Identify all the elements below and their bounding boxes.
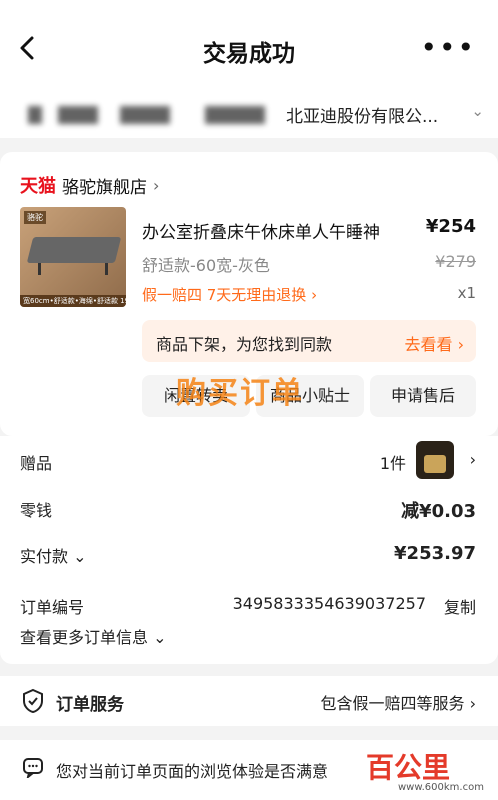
store-link[interactable]: 天猫 骆驼旗舰店 › — [20, 172, 159, 198]
address-text: 北亚迪股份有限公... — [286, 107, 439, 127]
paid-label: 实付款 ⌄ — [20, 547, 87, 566]
product-quantity: x1 — [457, 284, 476, 302]
site-logo: 百公里 — [366, 751, 451, 784]
bed-shape — [26, 237, 122, 263]
original-price: ¥279 — [435, 252, 476, 271]
product-image[interactable]: 骆驼 宽60cm•舒适款•海绵•舒适款 195x60x28cm — [20, 207, 126, 307]
similar-text: 商品下架，为您找到同款 — [156, 335, 333, 354]
change-label: 零钱 — [20, 501, 53, 520]
blurred-text — [58, 106, 98, 124]
gift-value: 1件 — [379, 454, 406, 473]
change-value: 减¥0.03 — [401, 501, 476, 522]
watermark-text: 购买订单 — [176, 376, 304, 411]
after-sale-button[interactable]: 申请售后 — [370, 375, 476, 417]
chevron-right-icon: › — [469, 450, 476, 469]
gift-label: 赠品 — [20, 454, 53, 473]
blurred-text — [120, 106, 170, 124]
copy-button[interactable]: 复制 — [444, 594, 476, 618]
service-content: 订单服务 包含假一赔四等服务 › — [56, 690, 477, 715]
tmall-logo: 天猫 — [20, 176, 56, 197]
blurred-text — [28, 106, 42, 124]
image-caption-strip: 宽60cm•舒适款•海绵•舒适款 195x60x28cm — [20, 295, 126, 307]
feedback-text: 您对当前订单页面的浏览体验是否满意 — [56, 762, 329, 781]
gift-row[interactable]: 赠品 1件 › — [20, 450, 476, 474]
order-number-label: 订单编号 — [20, 598, 85, 617]
chat-bubble-icon — [22, 756, 44, 780]
gift-thumbnail[interactable] — [416, 441, 454, 479]
product-price: ¥254 — [425, 216, 476, 237]
paid-value: ¥253.97 — [394, 543, 476, 564]
paid-row[interactable]: 实付款 ⌄ ¥253.97 — [20, 543, 476, 567]
more-menu-icon[interactable]: ••• — [420, 34, 476, 62]
change-row: 零钱 减¥0.03 — [20, 497, 476, 522]
more-info-link[interactable]: 查看更多订单信息 ⌄ — [20, 624, 167, 648]
similar-link[interactable]: 去看看 › — [405, 331, 465, 355]
more-info-row[interactable]: 查看更多订单信息 ⌄ — [20, 624, 476, 648]
store-name: 骆驼旗舰店 — [62, 177, 147, 198]
order-number-row: 订单编号 3495833354639037257 复制 — [20, 594, 476, 618]
top-bar: 交易成功 ••• — [0, 0, 498, 96]
product-title[interactable]: 办公室折叠床午休床单人午睡神 — [142, 218, 380, 243]
site-url: www.600km.com — [398, 782, 484, 793]
order-number-value: 3495833354639037257 — [232, 594, 426, 613]
product-spec: 舒适款-60宽-灰色 — [142, 256, 270, 275]
chevron-down-icon[interactable]: ⌄ — [471, 102, 484, 120]
chevron-right-icon: › — [153, 175, 160, 195]
service-label: 订单服务 — [56, 695, 124, 715]
guarantee-link[interactable]: 假一赔四 7天无理由退换 › — [142, 284, 317, 305]
bed-legs — [38, 263, 108, 275]
blurred-text — [205, 106, 265, 124]
service-value[interactable]: 包含假一赔四等服务 › — [321, 690, 477, 714]
image-brand-badge: 骆驼 — [24, 211, 46, 224]
shield-check-icon — [22, 688, 44, 714]
similar-product-banner[interactable]: 商品下架，为您找到同款 去看看 › — [142, 320, 476, 362]
